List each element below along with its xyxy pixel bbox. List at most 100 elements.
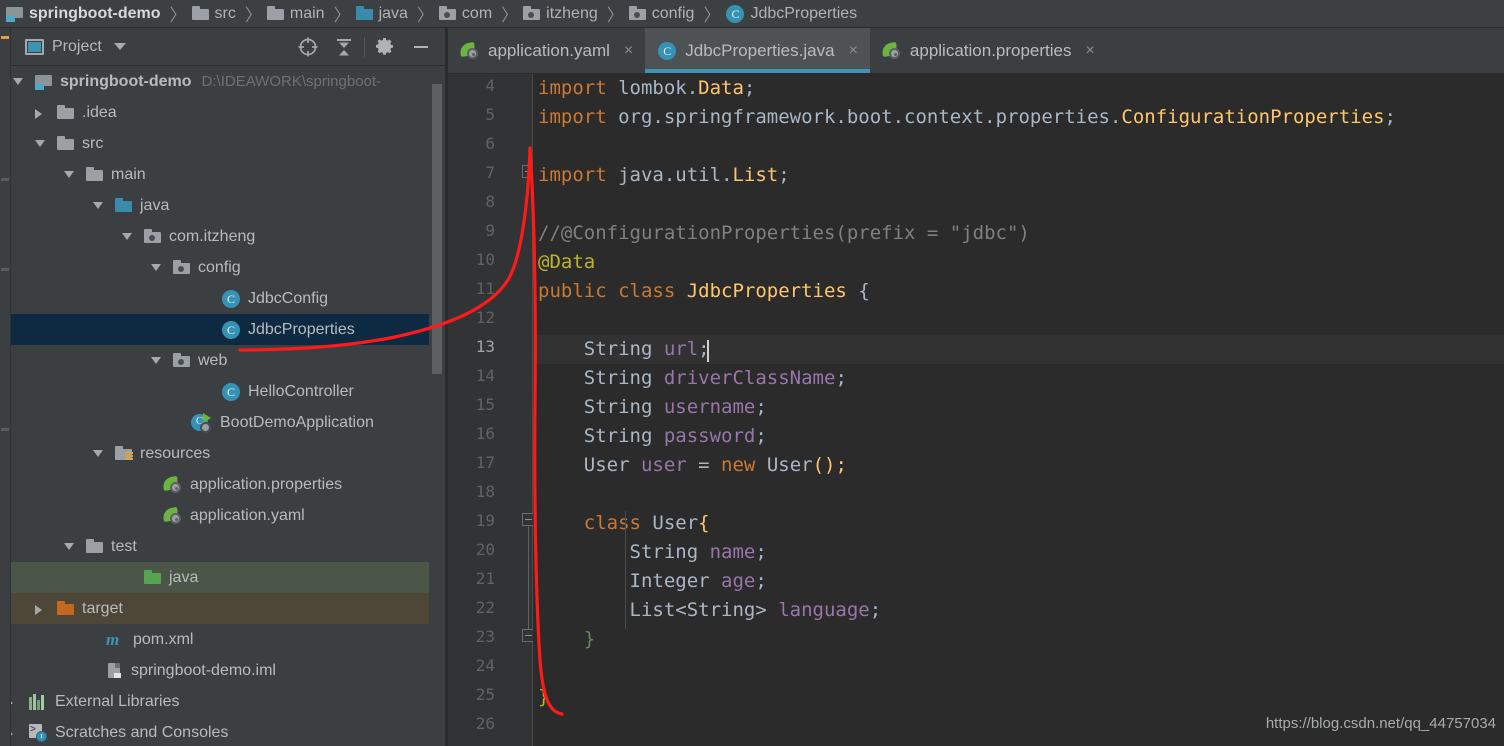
code-line-12[interactable] xyxy=(533,306,1504,335)
package-icon xyxy=(173,260,191,275)
line-number-10: 10 xyxy=(475,250,495,269)
chevron-down-icon[interactable] xyxy=(151,264,161,271)
tree-item-target[interactable]: target xyxy=(11,593,445,624)
tree-item-content: m pom.xml xyxy=(106,630,193,649)
select-opened-file-button[interactable] xyxy=(290,30,326,64)
code-editor[interactable]: 4 5 6 7 8 9 10 11 12 13 14 15 16 17 18 19 20 21 22 23 24 25 26… xyxy=(448,74,1504,746)
editor-gutter[interactable]: 4 5 6 7 8 9 10 11 12 13 14 15 16 17 18 19 20 21 22 23 24 25 26 xyxy=(448,74,533,746)
tree-item-main[interactable]: main xyxy=(11,159,445,190)
code-line-10[interactable]: @Data xyxy=(533,248,1504,277)
chevron-down-icon[interactable] xyxy=(13,78,23,85)
close-icon[interactable]: × xyxy=(1086,42,1095,60)
tree-item-content: java xyxy=(144,569,198,587)
code-token: import xyxy=(538,106,619,128)
module-icon xyxy=(35,74,53,90)
code-token: String xyxy=(538,396,664,418)
collapse-all-icon xyxy=(337,39,351,56)
tree-item-java[interactable]: java xyxy=(11,190,445,221)
line-number-23: 23 xyxy=(475,627,495,646)
chevron-down-icon[interactable] xyxy=(64,543,74,550)
code-line-22[interactable]: List<String> language; xyxy=(533,596,1504,625)
tree-item-com-itzheng[interactable]: com.itzheng xyxy=(11,221,445,252)
tree-item-application-yaml[interactable]: application.yaml xyxy=(11,500,445,531)
settings-button[interactable] xyxy=(367,30,403,64)
chevron-right-icon[interactable] xyxy=(35,109,42,119)
editor-tab-jdbcproperties-java[interactable]: C JdbcProperties.java × xyxy=(645,28,870,73)
hide-panel-button[interactable] xyxy=(403,30,439,64)
breadcrumb-item-java[interactable]: java xyxy=(354,1,414,27)
code-line-21[interactable]: Integer age; xyxy=(533,567,1504,596)
fold-connector xyxy=(528,526,529,636)
collapse-all-button[interactable] xyxy=(326,30,362,64)
line-number-12: 12 xyxy=(475,308,495,327)
tree-item-test[interactable]: test xyxy=(11,531,445,562)
chevron-right-icon[interactable] xyxy=(11,729,13,739)
breadcrumb-item-src[interactable]: src xyxy=(190,1,242,27)
breadcrumb-item-springboot-demo[interactable]: springboot-demo xyxy=(4,1,167,27)
tree-item-scratches-and-consoles[interactable]: > Scratches and Consoles xyxy=(11,717,445,746)
chevron-down-icon[interactable] xyxy=(64,171,74,178)
code-token: import xyxy=(538,164,619,186)
sidebar-scrollbar-thumb[interactable] xyxy=(432,84,442,374)
tree-item-jdbcconfig[interactable]: C JdbcConfig xyxy=(11,283,445,314)
tree-item-resources[interactable]: resources xyxy=(11,438,445,469)
tool-window-strip[interactable] xyxy=(0,28,11,746)
code-token: age xyxy=(721,570,756,592)
code-line-13[interactable]: String url; xyxy=(533,335,1504,364)
chevron-down-icon[interactable] xyxy=(122,233,132,240)
project-tree[interactable]: springboot-demo D:\IDEAWORK\springboot- .i… xyxy=(11,66,445,746)
tree-item-pom-xml[interactable]: m pom.xml xyxy=(11,624,445,655)
code-token: ; xyxy=(755,396,767,418)
tree-item-java[interactable]: java xyxy=(11,562,445,593)
chevron-down-icon[interactable] xyxy=(151,357,161,364)
code-line-14[interactable]: String driverClassName; xyxy=(533,364,1504,393)
tree-item-bootdemoapplication[interactable]: C BootDemoApplication xyxy=(11,407,445,438)
chevron-down-icon[interactable] xyxy=(93,202,103,209)
line-number-5: 5 xyxy=(485,105,495,124)
chevron-down-icon[interactable] xyxy=(35,140,45,147)
chevron-right-icon[interactable] xyxy=(35,605,42,615)
tree-item-springboot-demo[interactable]: springboot-demo D:\IDEAWORK\springboot- xyxy=(11,66,445,97)
code-token: public xyxy=(538,280,619,302)
code-line-6[interactable] xyxy=(533,132,1504,161)
close-icon[interactable]: × xyxy=(849,42,858,60)
code-line-9[interactable]: //@ConfigurationProperties(prefix = "jdb… xyxy=(533,219,1504,248)
tree-item-config[interactable]: config xyxy=(11,252,445,283)
code-line-19[interactable]: class User{ xyxy=(533,509,1504,538)
code-line-4[interactable]: import lombok.Data; xyxy=(533,74,1504,103)
tree-item-content: C BootDemoApplication xyxy=(191,412,374,433)
tree-item-jdbcproperties[interactable]: C JdbcProperties xyxy=(11,314,445,345)
code-line-5[interactable]: import org.springframework.boot.context.… xyxy=(533,103,1504,132)
spring-file-icon xyxy=(459,41,480,60)
tree-item--idea[interactable]: .idea xyxy=(11,97,445,128)
editor-tab-application-yaml[interactable]: application.yaml × xyxy=(448,28,645,73)
chevron-right-icon[interactable] xyxy=(11,698,13,708)
toolbar-divider xyxy=(364,37,365,57)
tree-item-src[interactable]: src xyxy=(11,128,445,159)
code-line-25[interactable]: } xyxy=(533,683,1504,712)
code-line-20[interactable]: String name; xyxy=(533,538,1504,567)
code-line-16[interactable]: String password; xyxy=(533,422,1504,451)
editor-tab-application-properties[interactable]: application.properties × xyxy=(870,28,1107,73)
code-token: ConfigurationProperties xyxy=(1121,106,1385,128)
code-line-8[interactable] xyxy=(533,190,1504,219)
code-line-24[interactable] xyxy=(533,654,1504,683)
code-line-15[interactable]: String username; xyxy=(533,393,1504,422)
code-token: url xyxy=(663,338,699,360)
chevron-down-icon[interactable] xyxy=(93,450,103,457)
code-line-7[interactable]: import java.util.List; xyxy=(533,161,1504,190)
tree-item-external-libraries[interactable]: External Libraries xyxy=(11,686,445,717)
tree-item-hellocontroller[interactable]: C HelloController xyxy=(11,376,445,407)
tree-item-content: > Scratches and Consoles xyxy=(28,723,228,742)
tree-item-web[interactable]: web xyxy=(11,345,445,376)
code-line-23[interactable]: } xyxy=(533,625,1504,654)
code-line-17[interactable]: User user = new User(); xyxy=(533,451,1504,480)
tree-item-application-properties[interactable]: application.properties xyxy=(11,469,445,500)
code-line-18[interactable] xyxy=(533,480,1504,509)
breadcrumb-item-main[interactable]: main xyxy=(265,1,331,27)
tree-item-springboot-demo-iml[interactable]: springboot-demo.iml xyxy=(11,655,445,686)
chevron-down-icon[interactable] xyxy=(113,43,126,50)
code-line-11[interactable]: public class JdbcProperties { xyxy=(533,277,1504,306)
code-text[interactable]: import lombok.Data; import org.springfram… xyxy=(533,74,1504,746)
close-icon[interactable]: × xyxy=(624,42,633,60)
